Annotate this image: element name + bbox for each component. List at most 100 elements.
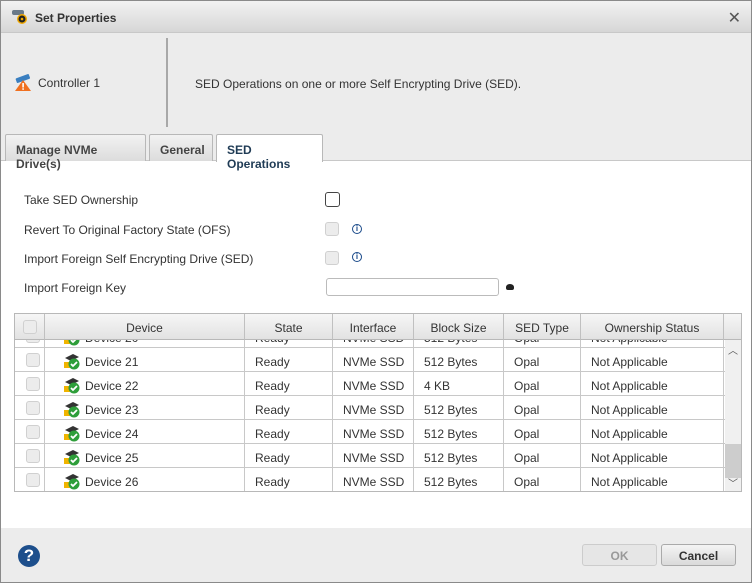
- device-name: Device 26: [85, 474, 139, 489]
- ownership-status-cell: Not Applicable: [581, 444, 724, 468]
- row-checkbox[interactable]: [26, 449, 40, 463]
- device-cell: Device 25: [45, 444, 245, 468]
- table-row[interactable]: Device 23 Ready NVMe SSD 512 Bytes Opal Not A…: [15, 396, 725, 420]
- row-checkbox[interactable]: [26, 473, 40, 487]
- scroll-up-icon[interactable]: ︿: [728, 342, 738, 357]
- select-all-checkbox[interactable]: [23, 320, 37, 334]
- table-row[interactable]: Device 24 Ready NVMe SSD 512 Bytes Opal Not A…: [15, 420, 725, 444]
- device-name: Device 24: [85, 426, 139, 441]
- state-cell: Ready: [245, 420, 333, 444]
- scroll-down-icon[interactable]: ﹀: [728, 475, 738, 490]
- controller-name: Controller 1: [38, 76, 101, 90]
- header-spacer: [724, 314, 741, 340]
- controller-label: Controller 1: [14, 74, 100, 92]
- device-name: Device 22: [85, 378, 139, 393]
- interface-cell: NVMe SSD: [333, 396, 414, 420]
- foreign-key-input[interactable]: [326, 278, 499, 296]
- cancel-button[interactable]: Cancel: [661, 544, 736, 566]
- interface-cell: NVMe SSD: [333, 420, 414, 444]
- sed-drive-ok-icon: [64, 340, 80, 345]
- row-checkbox[interactable]: [26, 353, 40, 367]
- ok-button[interactable]: OK: [582, 544, 657, 566]
- device-cell: Device 20: [45, 340, 245, 348]
- take-ownership-label: Take SED Ownership: [24, 193, 139, 207]
- close-icon[interactable]: ✕: [728, 8, 741, 28]
- row-checkbox[interactable]: [26, 401, 40, 415]
- interface-cell: NVMe SSD: [333, 372, 414, 396]
- interface-cell: NVMe SSD: [333, 348, 414, 372]
- table-scrollbar[interactable]: ︿ ﹀: [725, 340, 741, 491]
- row-select-cell: [15, 348, 45, 372]
- show-password-eye-icon[interactable]: [506, 284, 514, 290]
- sed-drive-ok-icon: [64, 425, 80, 441]
- row-select-cell: [15, 420, 45, 444]
- row-select-cell: [15, 340, 45, 348]
- device-cell: Device 21: [45, 348, 245, 372]
- row-select-cell: [15, 372, 45, 396]
- column-header-interface[interactable]: Interface: [333, 314, 414, 340]
- tab-manage-nvme[interactable]: Manage NVMe Drive(s): [5, 134, 146, 171]
- state-cell: Ready: [245, 396, 333, 420]
- column-header-block-size[interactable]: Block Size: [414, 314, 504, 340]
- ownership-status-cell: Not Applicable: [581, 468, 724, 491]
- block-size-cell: 512 Bytes: [414, 396, 504, 420]
- device-cell: Device 23: [45, 396, 245, 420]
- column-header-device[interactable]: Device: [45, 314, 245, 340]
- footer: ? OK Cancel: [1, 528, 751, 582]
- tab-sed-operations[interactable]: SED Operations: [216, 134, 323, 171]
- title-bar: Set Properties ✕: [1, 1, 751, 33]
- interface-cell: NVMe SSD: [333, 468, 414, 491]
- block-size-cell: 512 Bytes: [414, 340, 504, 348]
- table-row[interactable]: Device 20 ReadyNVMe SSD512 BytesOpalNot A…: [15, 340, 725, 348]
- column-header-ownership-status[interactable]: Ownership Status: [581, 314, 724, 340]
- dialog-title: Set Properties: [35, 11, 117, 25]
- scrollbar-thumb[interactable]: [725, 444, 741, 478]
- tab-bar: Manage NVMe Drive(s) General SED Operati…: [1, 131, 751, 171]
- device-name: Device 21: [85, 354, 139, 369]
- block-size-cell: 512 Bytes: [414, 444, 504, 468]
- table-row[interactable]: Device 26 Ready NVMe SSD 512 Bytes Opal Not A…: [15, 468, 725, 491]
- sed-drive-ok-icon: [64, 353, 80, 369]
- sed-type-cell: Opal: [504, 396, 581, 420]
- ownership-status-cell: Not Applicable: [581, 420, 724, 444]
- interface-cell: NVMe SSD: [333, 340, 414, 348]
- column-header-state[interactable]: State: [245, 314, 333, 340]
- header-description: SED Operations on one or more Self Encry…: [195, 77, 522, 91]
- row-checkbox[interactable]: [26, 425, 40, 439]
- device-cell: Device 22: [45, 372, 245, 396]
- sed-type-cell: Opal: [504, 340, 581, 348]
- block-size-cell: 512 Bytes: [414, 348, 504, 372]
- sed-drive-ok-icon: [64, 377, 80, 393]
- state-cell: Ready: [245, 468, 333, 491]
- controller-warning-icon: [15, 74, 31, 91]
- table-row[interactable]: Device 22 Ready NVMe SSD 4 KB Opal Not Applic…: [15, 372, 725, 396]
- state-cell: Ready: [245, 340, 333, 348]
- device-cell: Device 26: [45, 468, 245, 491]
- help-icon[interactable]: ?: [18, 545, 40, 567]
- state-cell: Ready: [245, 348, 333, 372]
- row-select-cell: [15, 396, 45, 420]
- sed-type-cell: Opal: [504, 444, 581, 468]
- foreign-key-label: Import Foreign Key: [24, 281, 127, 295]
- device-name: Device 25: [85, 450, 139, 465]
- take-ownership-checkbox[interactable]: [325, 192, 340, 207]
- import-foreign-checkbox[interactable]: [325, 251, 339, 265]
- header-select-all[interactable]: [15, 314, 45, 340]
- info-icon[interactable]: i: [352, 252, 362, 262]
- sed-type-cell: Opal: [504, 420, 581, 444]
- column-header-sed-type[interactable]: SED Type: [504, 314, 581, 340]
- header-divider: [166, 38, 168, 127]
- info-icon[interactable]: i: [352, 224, 362, 234]
- table-row[interactable]: Device 21 Ready NVMe SSD 512 Bytes Opal Not A…: [15, 348, 725, 372]
- block-size-cell: 512 Bytes: [414, 468, 504, 491]
- ownership-status-cell: Not Applicable: [581, 340, 724, 348]
- revert-ofs-checkbox[interactable]: [325, 222, 339, 236]
- row-checkbox[interactable]: [26, 340, 40, 343]
- tab-general[interactable]: General: [149, 134, 213, 161]
- state-cell: Ready: [245, 444, 333, 468]
- sed-drive-ok-icon: [64, 473, 80, 489]
- table-row[interactable]: Device 25 Ready NVMe SSD 512 Bytes Opal Not A…: [15, 444, 725, 468]
- state-cell: Ready: [245, 372, 333, 396]
- row-checkbox[interactable]: [26, 377, 40, 391]
- settings-gear-icon: [12, 10, 27, 24]
